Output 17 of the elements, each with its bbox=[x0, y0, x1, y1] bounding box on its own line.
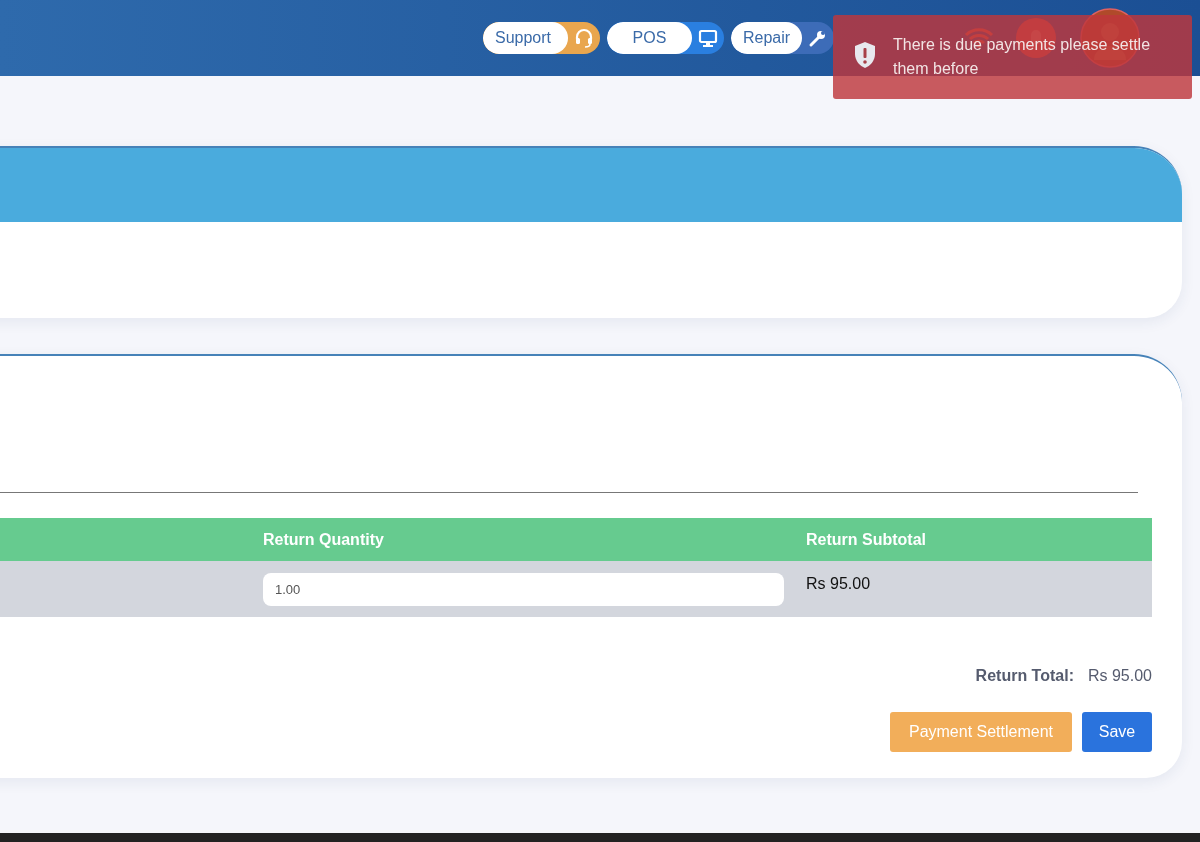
nav-pill-button[interactable]: Support bbox=[483, 22, 600, 54]
total-label: Return Total: bbox=[975, 667, 1074, 685]
quantity-field[interactable]: 1.00 bbox=[263, 573, 784, 606]
total-value: Rs 95.00 bbox=[1087, 667, 1152, 685]
save-button[interactable]: Save bbox=[1082, 712, 1152, 752]
table-cell-text: Rs 95.00 bbox=[806, 574, 871, 593]
pill-label: POS bbox=[607, 22, 692, 54]
column-header: Return Subtotal bbox=[806, 530, 926, 549]
alert-message: There is due payments please settle them before bbox=[893, 35, 1152, 79]
shield-alert-icon bbox=[853, 41, 877, 69]
nav-pill-button[interactable]: Repair bbox=[731, 22, 835, 54]
pill-label: Repair bbox=[731, 22, 803, 54]
monitor-icon bbox=[698, 28, 718, 48]
nav-pill-button[interactable]: POS bbox=[607, 22, 724, 54]
column-header: Return Quantity bbox=[263, 530, 385, 549]
pill-label: Support bbox=[483, 22, 568, 54]
headset-icon bbox=[574, 28, 594, 48]
